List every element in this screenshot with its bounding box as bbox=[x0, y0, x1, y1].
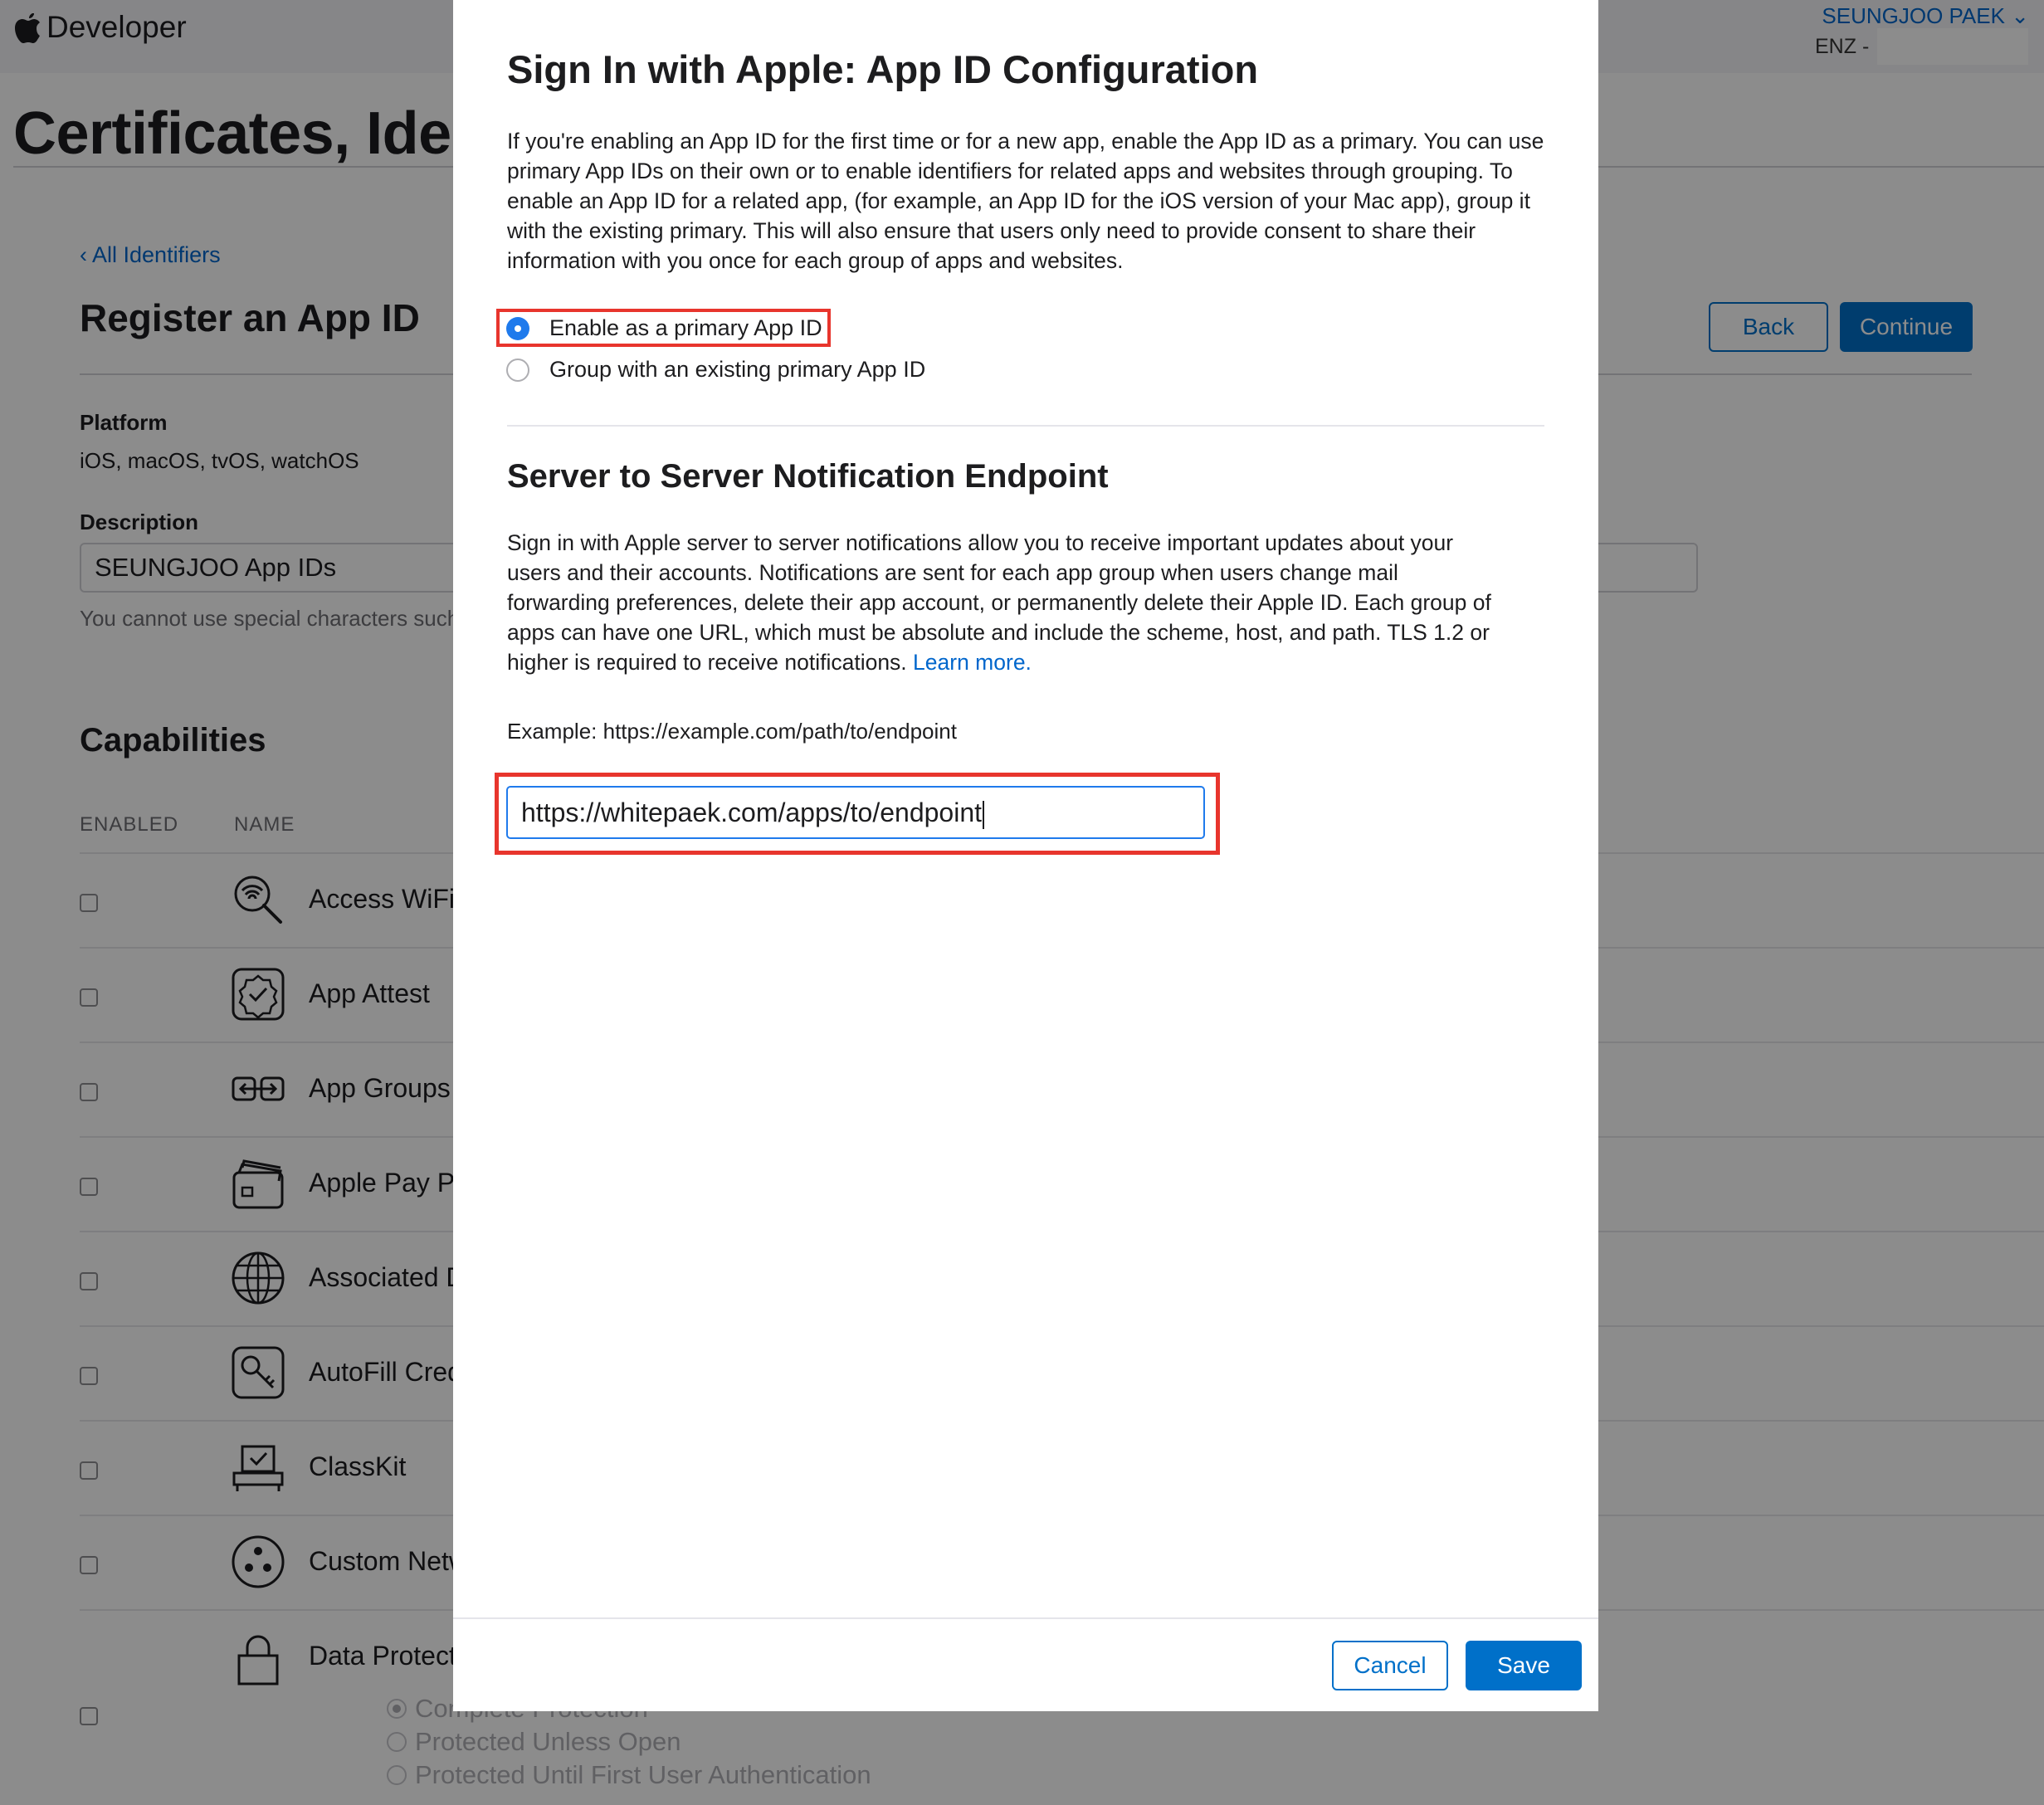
learn-more-link[interactable]: Learn more. bbox=[913, 650, 1032, 675]
endpoint-description: Sign in with Apple server to server noti… bbox=[507, 528, 1503, 677]
dialog-intro: If you're enabling an App ID for the fir… bbox=[507, 129, 1544, 273]
radio-unselected-icon bbox=[506, 358, 529, 382]
section-divider bbox=[507, 425, 1544, 427]
group-existing-option[interactable]: Group with an existing primary App ID bbox=[506, 357, 925, 383]
footer-divider bbox=[453, 1617, 1598, 1619]
sign-in-with-apple-config-dialog: Sign In with Apple: App ID Configuration… bbox=[453, 0, 1598, 1711]
group-existing-label: Group with an existing primary App ID bbox=[549, 357, 926, 382]
endpoint-url-field[interactable]: https://whitepaek.com/apps/to/endpoint bbox=[506, 786, 1205, 839]
endpoint-section-title: Server to Server Notification Endpoint bbox=[507, 458, 1109, 495]
save-button[interactable]: Save bbox=[1466, 1641, 1582, 1690]
endpoint-example: Example: https://example.com/path/to/end… bbox=[507, 719, 957, 744]
cancel-button[interactable]: Cancel bbox=[1332, 1641, 1448, 1690]
endpoint-url-value: https://whitepaek.com/apps/to/endpoint bbox=[521, 798, 983, 827]
text-cursor bbox=[983, 800, 985, 829]
highlight-box bbox=[496, 309, 831, 347]
dialog-title: Sign In with Apple: App ID Configuration bbox=[507, 47, 1259, 91]
